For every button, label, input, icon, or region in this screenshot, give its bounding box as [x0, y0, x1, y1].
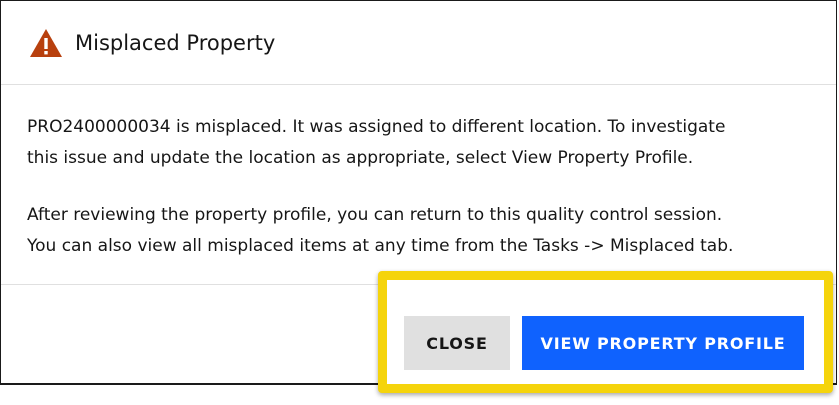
dialog-header: Misplaced Property [1, 1, 836, 85]
message-line: You can also view all misplaced items at… [27, 236, 734, 256]
message-line: this issue and update the location as ap… [27, 148, 694, 168]
dialog-body: PRO2400000034 is misplaced. It was assig… [1, 85, 836, 285]
misplaced-message: PRO2400000034 is misplaced. It was assig… [27, 112, 827, 174]
message-line: PRO2400000034 is misplaced. It was assig… [27, 117, 726, 137]
followup-message: After reviewing the property profile, yo… [27, 200, 827, 262]
dialog-title: Misplaced Property [75, 31, 276, 55]
view-property-profile-button[interactable]: VIEW PROPERTY PROFILE [522, 316, 804, 370]
actions-highlight-box: CLOSE VIEW PROPERTY PROFILE [378, 271, 833, 393]
close-button[interactable]: CLOSE [404, 316, 510, 370]
message-line: After reviewing the property profile, yo… [27, 205, 723, 225]
warning-icon [30, 29, 62, 57]
